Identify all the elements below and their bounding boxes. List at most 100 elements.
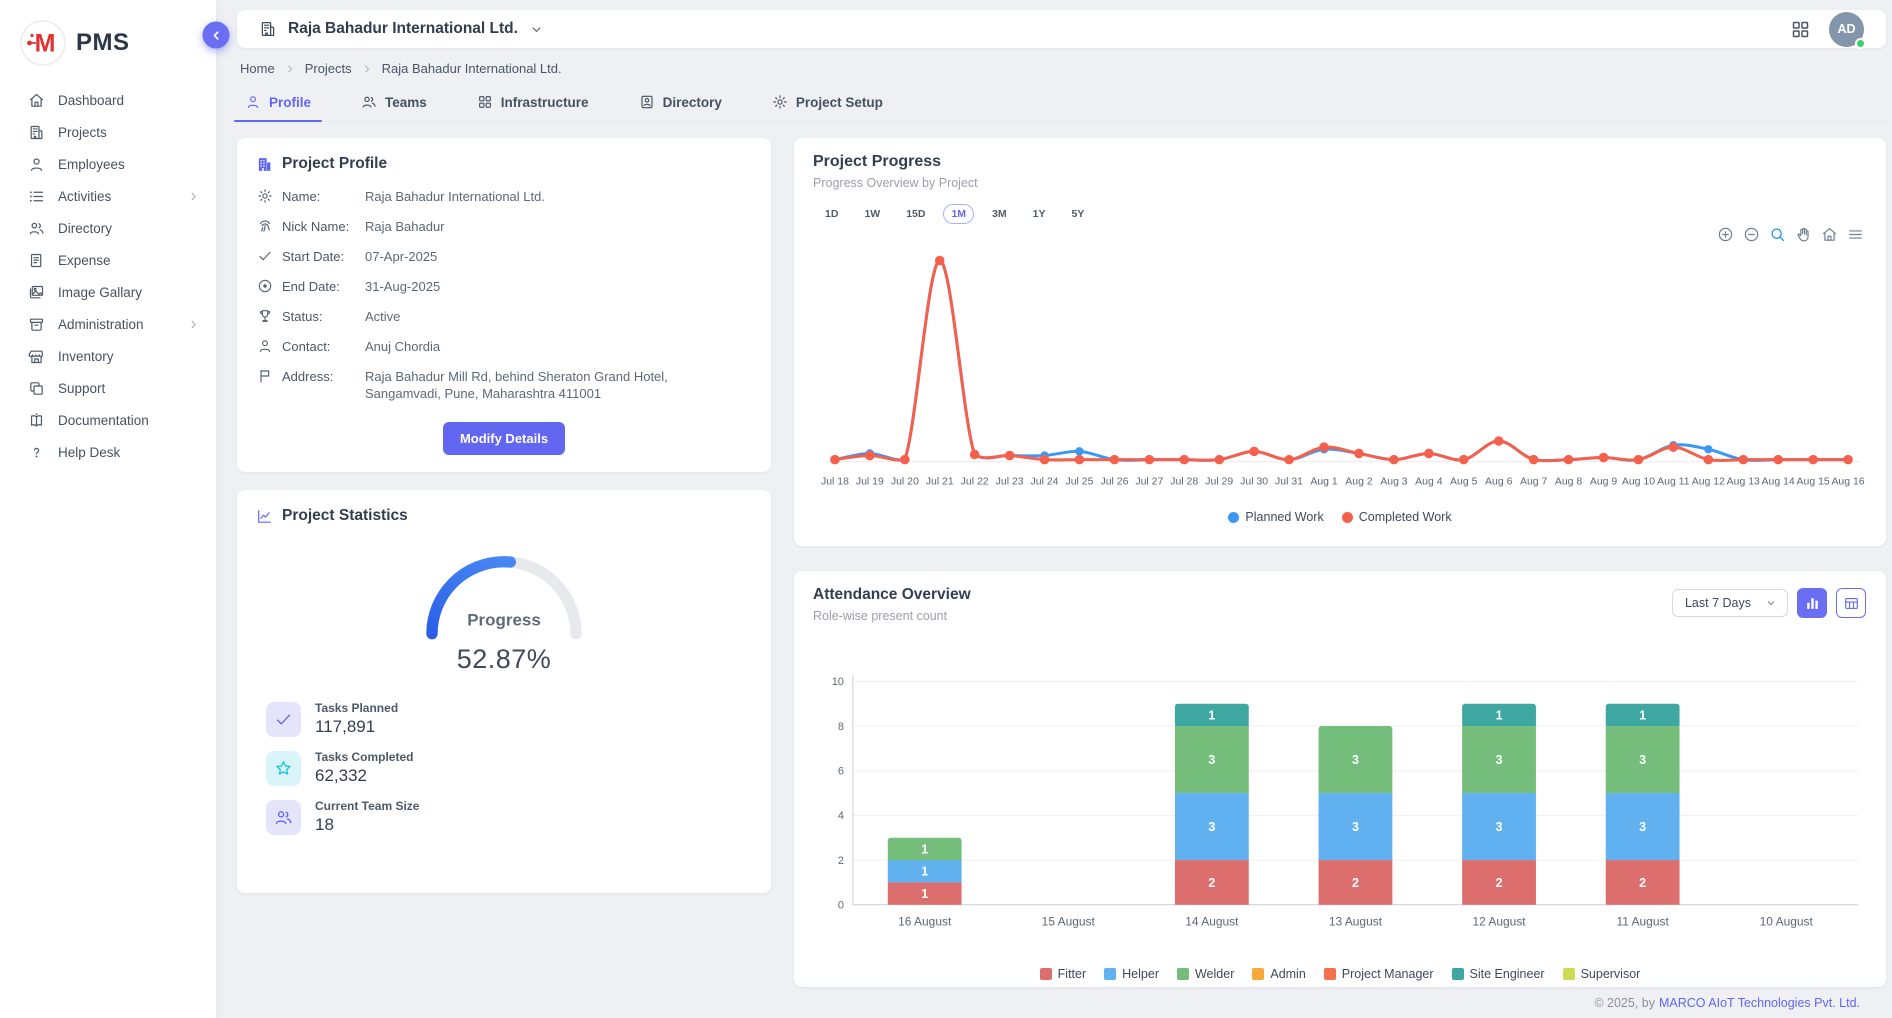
sidebar-item-image-gallary[interactable]: Image Gallary [0, 276, 216, 308]
tab-teams[interactable]: Teams [359, 87, 429, 121]
zoom-out-icon[interactable] [1743, 226, 1760, 243]
range-button-5y[interactable]: 5Y [1063, 204, 1092, 224]
sidebar-collapse-button[interactable] [203, 22, 230, 49]
reset-home-icon[interactable] [1821, 226, 1838, 243]
svg-text:Jul 26: Jul 26 [1100, 477, 1128, 488]
legend-item-completed-work[interactable]: Completed Work [1342, 510, 1452, 524]
app-logo[interactable]: M PMS [0, 14, 216, 84]
svg-text:Jul 19: Jul 19 [856, 477, 884, 488]
breadcrumb-item-projects[interactable]: Projects [305, 61, 352, 76]
people-icon [266, 800, 301, 835]
svg-text:Aug 7: Aug 7 [1520, 477, 1548, 488]
selection-zoom-icon[interactable] [1769, 226, 1786, 243]
bar-view-toggle[interactable] [1797, 588, 1827, 618]
tab-infrastructure[interactable]: Infrastructure [475, 87, 591, 121]
range-button-3m[interactable]: 3M [984, 204, 1015, 224]
legend-item-planned-work[interactable]: Planned Work [1228, 510, 1323, 524]
svg-text:Aug 11: Aug 11 [1657, 477, 1690, 488]
sidebar-item-dashboard[interactable]: Dashboard [0, 84, 216, 116]
range-button-1d[interactable]: 1D [817, 204, 846, 224]
profile-card-title: Project Profile [282, 155, 387, 173]
svg-text:Aug 2: Aug 2 [1345, 477, 1373, 488]
legend-item-helper[interactable]: Helper [1104, 967, 1159, 981]
tab-profile[interactable]: Profile [243, 87, 313, 121]
user-avatar[interactable]: AD [1829, 12, 1864, 47]
tab-directory[interactable]: Directory [637, 87, 724, 121]
tab-label: Infrastructure [501, 95, 589, 110]
chevron-right-icon [187, 318, 200, 331]
svg-text:Aug 16: Aug 16 [1831, 477, 1864, 488]
attendance-chart-canvas[interactable]: 024681016 August11115 August14 August233… [813, 663, 1867, 963]
date-range-select[interactable]: Last 7 Days [1672, 589, 1788, 617]
modify-details-button[interactable]: Modify Details [443, 422, 565, 455]
pan-icon[interactable] [1795, 226, 1812, 243]
sidebar-nav: DashboardProjectsEmployeesActivitiesDire… [0, 84, 216, 468]
svg-text:1: 1 [921, 842, 928, 856]
svg-text:Jul 31: Jul 31 [1275, 477, 1303, 488]
flag-icon [257, 368, 273, 384]
field-value: 31-Aug-2025 [365, 278, 747, 295]
legend-label: Supervisor [1581, 967, 1641, 981]
progress-chart-canvas[interactable]: Jul 18Jul 19Jul 20Jul 21Jul 22Jul 23Jul … [813, 232, 1867, 506]
range-button-1m[interactable]: 1M [943, 204, 974, 224]
table-view-toggle[interactable] [1836, 588, 1866, 618]
legend-item-site-engineer[interactable]: Site Engineer [1452, 967, 1545, 981]
profile-field-end-date-: End Date:31-Aug-2025 [257, 278, 752, 295]
range-button-15d[interactable]: 15D [898, 204, 933, 224]
sidebar-item-support[interactable]: Support [0, 372, 216, 404]
sidebar-item-administration[interactable]: Administration [0, 308, 216, 340]
main-content: Raja Bahadur International Ltd. AD Home P… [216, 0, 1892, 1018]
svg-text:2: 2 [1496, 876, 1503, 890]
sidebar-item-activities[interactable]: Activities [0, 180, 216, 212]
legend-label: Admin [1270, 967, 1305, 981]
field-value: Raja Bahadur Mill Rd, behind Sheraton Gr… [365, 368, 747, 402]
footer-company-link[interactable]: MARCO AIoT Technologies Pvt. Ltd. [1659, 996, 1860, 1010]
profile-field-contact-: Contact:Anuj Chordia [257, 338, 752, 355]
svg-text:0: 0 [838, 900, 844, 912]
avatar-initials: AD [1837, 22, 1855, 36]
legend-item-project-manager[interactable]: Project Manager [1324, 967, 1434, 981]
sidebar-item-inventory[interactable]: Inventory [0, 340, 216, 372]
field-label: Name: [282, 188, 356, 205]
svg-text:3: 3 [1496, 753, 1503, 767]
project-statistics-card: Project Statistics Progress 52.87% Tasks… [237, 490, 771, 893]
breadcrumb-item-home[interactable]: Home [240, 61, 275, 76]
sidebar-item-directory[interactable]: Directory [0, 212, 216, 244]
field-label: Address: [282, 368, 356, 402]
legend-swatch [1040, 968, 1052, 980]
profile-field-status-: Status:Active [257, 308, 752, 325]
person-icon [257, 338, 273, 354]
svg-text:3: 3 [1208, 820, 1215, 834]
legend-item-welder[interactable]: Welder [1177, 967, 1234, 981]
legend-item-admin[interactable]: Admin [1252, 967, 1305, 981]
sidebar-item-employees[interactable]: Employees [0, 148, 216, 180]
tab-label: Teams [385, 95, 427, 110]
svg-text:2: 2 [1208, 876, 1215, 890]
svg-text:2: 2 [1639, 876, 1646, 890]
badge-person-icon [639, 94, 655, 110]
sidebar-item-help-desk[interactable]: Help Desk [0, 436, 216, 468]
footer: © 2025, by MARCO AIoT Technologies Pvt. … [237, 987, 1886, 1018]
tab-project-setup[interactable]: Project Setup [770, 87, 885, 121]
chart-line-icon [256, 508, 273, 525]
svg-text:6: 6 [838, 766, 844, 778]
company-selector[interactable]: Raja Bahadur International Ltd. [259, 20, 544, 38]
zoom-in-icon[interactable] [1717, 226, 1734, 243]
legend-swatch [1452, 968, 1464, 980]
check-icon [257, 248, 273, 264]
svg-text:Aug 10: Aug 10 [1622, 477, 1655, 488]
range-button-1w[interactable]: 1W [856, 204, 888, 224]
legend-item-supervisor[interactable]: Supervisor [1563, 967, 1641, 981]
sidebar-item-documentation[interactable]: Documentation [0, 404, 216, 436]
legend-item-fitter[interactable]: Fitter [1040, 967, 1086, 981]
gauge-value: 52.87% [457, 644, 552, 675]
sidebar-item-projects[interactable]: Projects [0, 116, 216, 148]
apps-grid-icon[interactable] [1790, 19, 1811, 40]
range-button-1y[interactable]: 1Y [1025, 204, 1054, 224]
chevron-right-icon [187, 190, 200, 203]
svg-text:Jul 21: Jul 21 [926, 477, 954, 488]
menu-icon[interactable] [1847, 226, 1864, 243]
sidebar-item-label: Documentation [58, 413, 149, 428]
field-label: Status: [282, 308, 356, 325]
sidebar-item-expense[interactable]: Expense [0, 244, 216, 276]
